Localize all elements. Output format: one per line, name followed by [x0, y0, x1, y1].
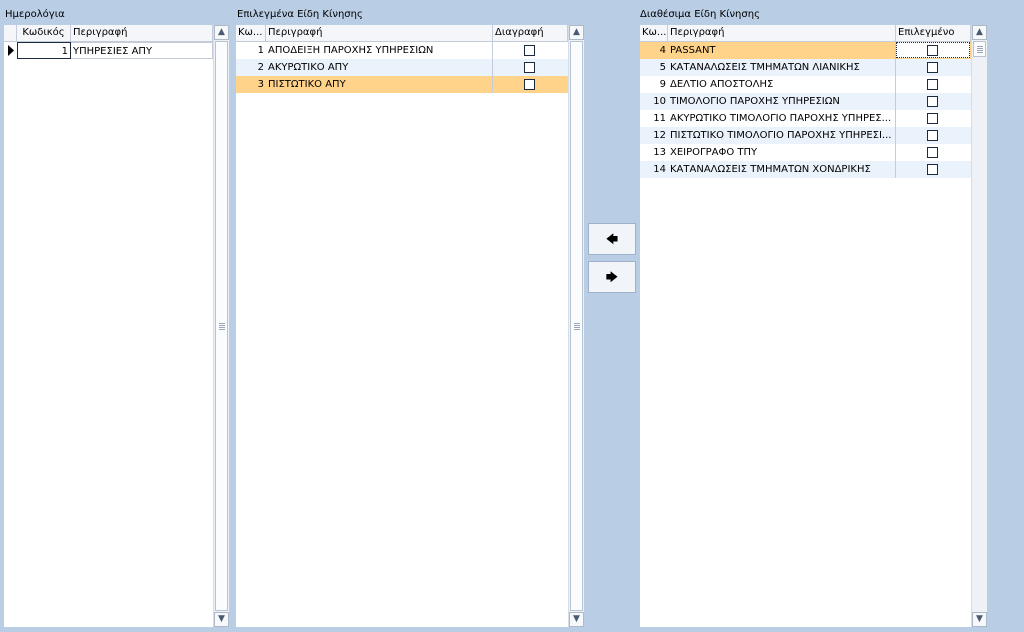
available-desc-cell: ΧΕΙΡΟΓΡΑΦΟ ΤΠΥ — [668, 144, 896, 161]
scroll-thumb[interactable] — [973, 41, 986, 57]
available-desc-cell: ΚΑΤΑΝΑΛΩΣΕΙΣ ΤΜΗΜΑΤΩΝ ΧΟΝΔΡΙΚΗΣ — [668, 161, 896, 178]
journals-grid[interactable]: Κωδικός Περιγραφή 1 ΥΠΗΡΕΣΙΕΣ ΑΠΥ ▲ ▼ — [4, 25, 229, 627]
available-types-grid[interactable]: Κω... Περιγραφή Επιλεγμένο 4 PASSANT 5 Κ… — [640, 25, 987, 627]
arrow-right-icon: 🡆 — [605, 270, 619, 284]
selected-types-grid[interactable]: Κω... Περιγραφή Διαγραφή 1 ΑΠΟΔΕΙΞΗ ΠΑΡΟ… — [236, 25, 584, 627]
available-col-selected[interactable]: Επιλεγμένο — [896, 25, 971, 41]
table-row[interactable]: 14 ΚΑΤΑΝΑΛΩΣΕΙΣ ΤΜΗΜΑΤΩΝ ΧΟΝΔΡΙΚΗΣ — [640, 161, 971, 178]
table-row[interactable]: 11 ΑΚΥΡΩΤΙΚΟ ΤΙΜΟΛΟΓΙΟ ΠΑΡΟΧΗΣ ΥΠΗΡΕΣ... — [640, 110, 971, 127]
available-desc-cell: ΤΙΜΟΛΟΓΙΟ ΠΑΡΟΧΗΣ ΥΠΗΡΕΣΙΩΝ — [668, 93, 896, 110]
select-checkbox[interactable] — [927, 164, 938, 175]
table-row[interactable]: 2 ΑΚΥΡΩΤΙΚΟ ΑΠΥ — [236, 59, 568, 76]
available-col-code[interactable]: Κω... — [640, 25, 668, 41]
select-checkbox[interactable] — [927, 62, 938, 73]
select-checkbox[interactable] — [927, 147, 938, 158]
available-code-cell: 5 — [659, 62, 666, 73]
available-col-desc[interactable]: Περιγραφή — [668, 25, 896, 41]
selected-col-desc[interactable]: Περιγραφή — [266, 25, 493, 41]
select-checkbox[interactable] — [927, 45, 938, 56]
select-checkbox[interactable] — [927, 113, 938, 124]
arrow-left-icon: 🡄 — [605, 232, 619, 246]
scroll-down-icon[interactable]: ▼ — [972, 612, 987, 627]
scroll-thumb[interactable] — [215, 41, 228, 611]
available-code-cell: 11 — [653, 113, 666, 124]
available-desc-cell: ΔΕΛΤΙΟ ΑΠΟΣΤΟΛΗΣ — [668, 76, 896, 93]
row-indicator-header — [4, 25, 17, 41]
journals-title: Ημερολόγια — [5, 9, 65, 20]
selected-code-cell: 1 — [257, 45, 264, 56]
selected-col-code[interactable]: Κω... — [236, 25, 266, 41]
available-desc-cell: PASSANT — [668, 42, 896, 59]
journal-desc-cell[interactable]: ΥΠΗΡΕΣΙΕΣ ΑΠΥ — [71, 42, 213, 59]
move-right-button[interactable]: 🡆 — [588, 261, 636, 293]
scroll-up-icon[interactable]: ▲ — [972, 25, 987, 40]
delete-checkbox[interactable] — [524, 62, 535, 73]
available-code-cell: 10 — [653, 96, 666, 107]
table-row[interactable]: 10 ΤΙΜΟΛΟΓΙΟ ΠΑΡΟΧΗΣ ΥΠΗΡΕΣΙΩΝ — [640, 93, 971, 110]
scroll-thumb[interactable] — [570, 41, 583, 611]
table-row[interactable]: 12 ΠΙΣΤΩΤΙΚΟ ΤΙΜΟΛΟΓΙΟ ΠΑΡΟΧΗΣ ΥΠΗΡΕΣΙ..… — [640, 127, 971, 144]
available-code-cell: 13 — [653, 147, 666, 158]
available-desc-cell: ΚΑΤΑΝΑΛΩΣΕΙΣ ΤΜΗΜΑΤΩΝ ΛΙΑΝΙΚΗΣ — [668, 59, 896, 76]
selected-types-title: Επιλεγμένα Είδη Κίνησης — [237, 9, 363, 20]
available-scrollbar[interactable]: ▲ ▼ — [971, 25, 987, 627]
journals-col-desc[interactable]: Περιγραφή — [71, 25, 213, 41]
scroll-up-icon[interactable]: ▲ — [214, 25, 229, 40]
scroll-down-icon[interactable]: ▼ — [214, 612, 229, 627]
move-left-button[interactable]: 🡄 — [588, 223, 636, 255]
select-checkbox[interactable] — [927, 96, 938, 107]
delete-checkbox[interactable] — [524, 45, 535, 56]
select-checkbox[interactable] — [927, 79, 938, 90]
available-desc-cell: ΑΚΥΡΩΤΙΚΟ ΤΙΜΟΛΟΓΙΟ ΠΑΡΟΧΗΣ ΥΠΗΡΕΣ... — [668, 110, 896, 127]
select-checkbox[interactable] — [927, 130, 938, 141]
table-row[interactable]: 3 ΠΙΣΤΩΤΙΚΟ ΑΠΥ — [236, 76, 568, 93]
selected-desc-cell: ΑΚΥΡΩΤΙΚΟ ΑΠΥ — [266, 59, 493, 76]
selected-code-cell: 3 — [257, 79, 264, 90]
table-row[interactable]: 4 PASSANT — [640, 42, 971, 59]
table-row[interactable]: 5 ΚΑΤΑΝΑΛΩΣΕΙΣ ΤΜΗΜΑΤΩΝ ΛΙΑΝΙΚΗΣ — [640, 59, 971, 76]
selected-col-delete[interactable]: Διαγραφή — [493, 25, 568, 41]
available-code-cell: 4 — [659, 45, 666, 56]
delete-checkbox[interactable] — [524, 79, 535, 90]
table-row[interactable]: 9 ΔΕΛΤΙΟ ΑΠΟΣΤΟΛΗΣ — [640, 76, 971, 93]
current-row-arrow-icon — [4, 42, 17, 59]
table-row[interactable]: 1 ΑΠΟΔΕΙΞΗ ΠΑΡΟΧΗΣ ΥΠΗΡΕΣΙΩΝ — [236, 42, 568, 59]
scroll-up-icon[interactable]: ▲ — [569, 25, 584, 40]
available-desc-cell: ΠΙΣΤΩΤΙΚΟ ΤΙΜΟΛΟΓΙΟ ΠΑΡΟΧΗΣ ΥΠΗΡΕΣΙ... — [668, 127, 896, 144]
available-types-title: Διαθέσιμα Είδη Κίνησης — [640, 9, 760, 20]
selected-scrollbar[interactable]: ▲ ▼ — [568, 25, 584, 627]
selected-desc-cell: ΑΠΟΔΕΙΞΗ ΠΑΡΟΧΗΣ ΥΠΗΡΕΣΙΩΝ — [266, 42, 493, 59]
table-row[interactable]: 13 ΧΕΙΡΟΓΡΑΦΟ ΤΠΥ — [640, 144, 971, 161]
available-code-cell: 9 — [659, 79, 666, 90]
selected-desc-cell: ΠΙΣΤΩΤΙΚΟ ΑΠΥ — [266, 76, 493, 93]
selected-code-cell: 2 — [257, 62, 264, 73]
journals-col-code[interactable]: Κωδικός — [17, 25, 71, 41]
available-code-cell: 12 — [653, 130, 666, 141]
journals-scrollbar[interactable]: ▲ ▼ — [213, 25, 229, 627]
journals-header: Κωδικός Περιγραφή — [4, 25, 213, 42]
available-code-cell: 14 — [653, 164, 666, 175]
scroll-down-icon[interactable]: ▼ — [569, 612, 584, 627]
table-row[interactable]: 1 ΥΠΗΡΕΣΙΕΣ ΑΠΥ — [4, 42, 213, 59]
journal-code-cell[interactable]: 1 — [17, 42, 71, 59]
selected-header: Κω... Περιγραφή Διαγραφή — [236, 25, 568, 42]
available-header: Κω... Περιγραφή Επιλεγμένο — [640, 25, 971, 42]
